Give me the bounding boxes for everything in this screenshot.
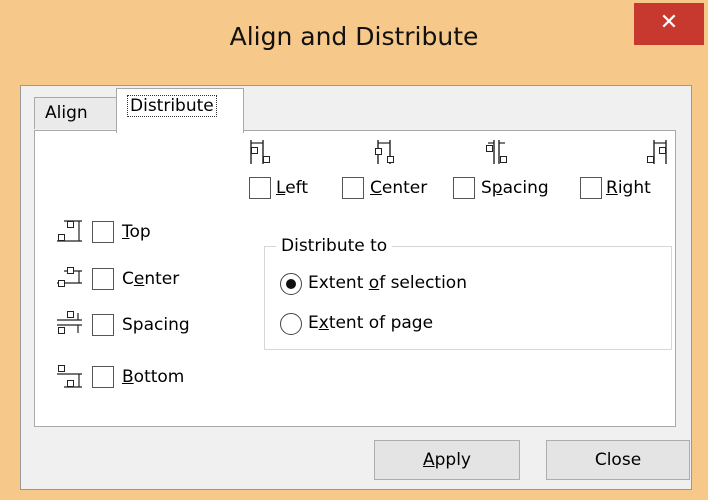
distribute-top-icon	[57, 220, 82, 242]
distribute-center-v-icon	[57, 267, 82, 287]
distribute-left-label: Left	[276, 178, 308, 198]
distribute-bottom-checkbox[interactable]	[92, 366, 114, 388]
distribute-right-icon	[647, 140, 667, 164]
tab-distribute-label: Distribute	[127, 95, 217, 117]
distribute-center-h-icon	[375, 140, 394, 164]
apply-button[interactable]: Apply	[374, 440, 520, 480]
distribute-left-icon	[250, 140, 270, 164]
tab-distribute[interactable]: Distribute	[116, 88, 244, 133]
distribute-spacing-v-label: Spacing	[122, 315, 190, 335]
extent-of-selection-radio[interactable]	[280, 273, 302, 295]
distribute-left-checkbox[interactable]	[249, 177, 271, 199]
distribute-right-label: Right	[606, 178, 651, 198]
close-button[interactable]: Close	[546, 440, 690, 480]
distribute-to-legend: Distribute to	[276, 236, 393, 256]
distribute-center-v-checkbox[interactable]	[92, 268, 114, 290]
extent-of-page-label: Extent of page	[308, 313, 434, 333]
close-window-button[interactable]: ✕	[634, 3, 704, 45]
distribute-to-group	[264, 246, 672, 350]
distribute-center-h-label: Center	[370, 178, 428, 198]
distribute-top-label: Top	[122, 222, 151, 242]
window-title: Align and Distribute	[229, 22, 479, 51]
distribute-center-h-checkbox[interactable]	[342, 177, 364, 199]
distribute-spacing-h-checkbox[interactable]	[453, 177, 475, 199]
distribute-spacing-v-checkbox[interactable]	[92, 314, 114, 336]
extent-of-selection-label: Extent of selection	[308, 273, 467, 293]
distribute-bottom-icon	[57, 365, 82, 388]
tab-align[interactable]: Align	[34, 97, 118, 129]
distribute-center-v-label: Center	[122, 269, 180, 289]
distribute-spacing-h-label: Spacing	[481, 178, 549, 198]
distribute-top-checkbox[interactable]	[92, 221, 114, 243]
distribute-bottom-label: Bottom	[122, 367, 185, 387]
distribute-spacing-h-icon	[486, 140, 507, 164]
distribute-right-checkbox[interactable]	[580, 177, 602, 199]
extent-of-page-radio[interactable]	[280, 313, 302, 335]
distribute-spacing-v-icon	[57, 311, 82, 334]
